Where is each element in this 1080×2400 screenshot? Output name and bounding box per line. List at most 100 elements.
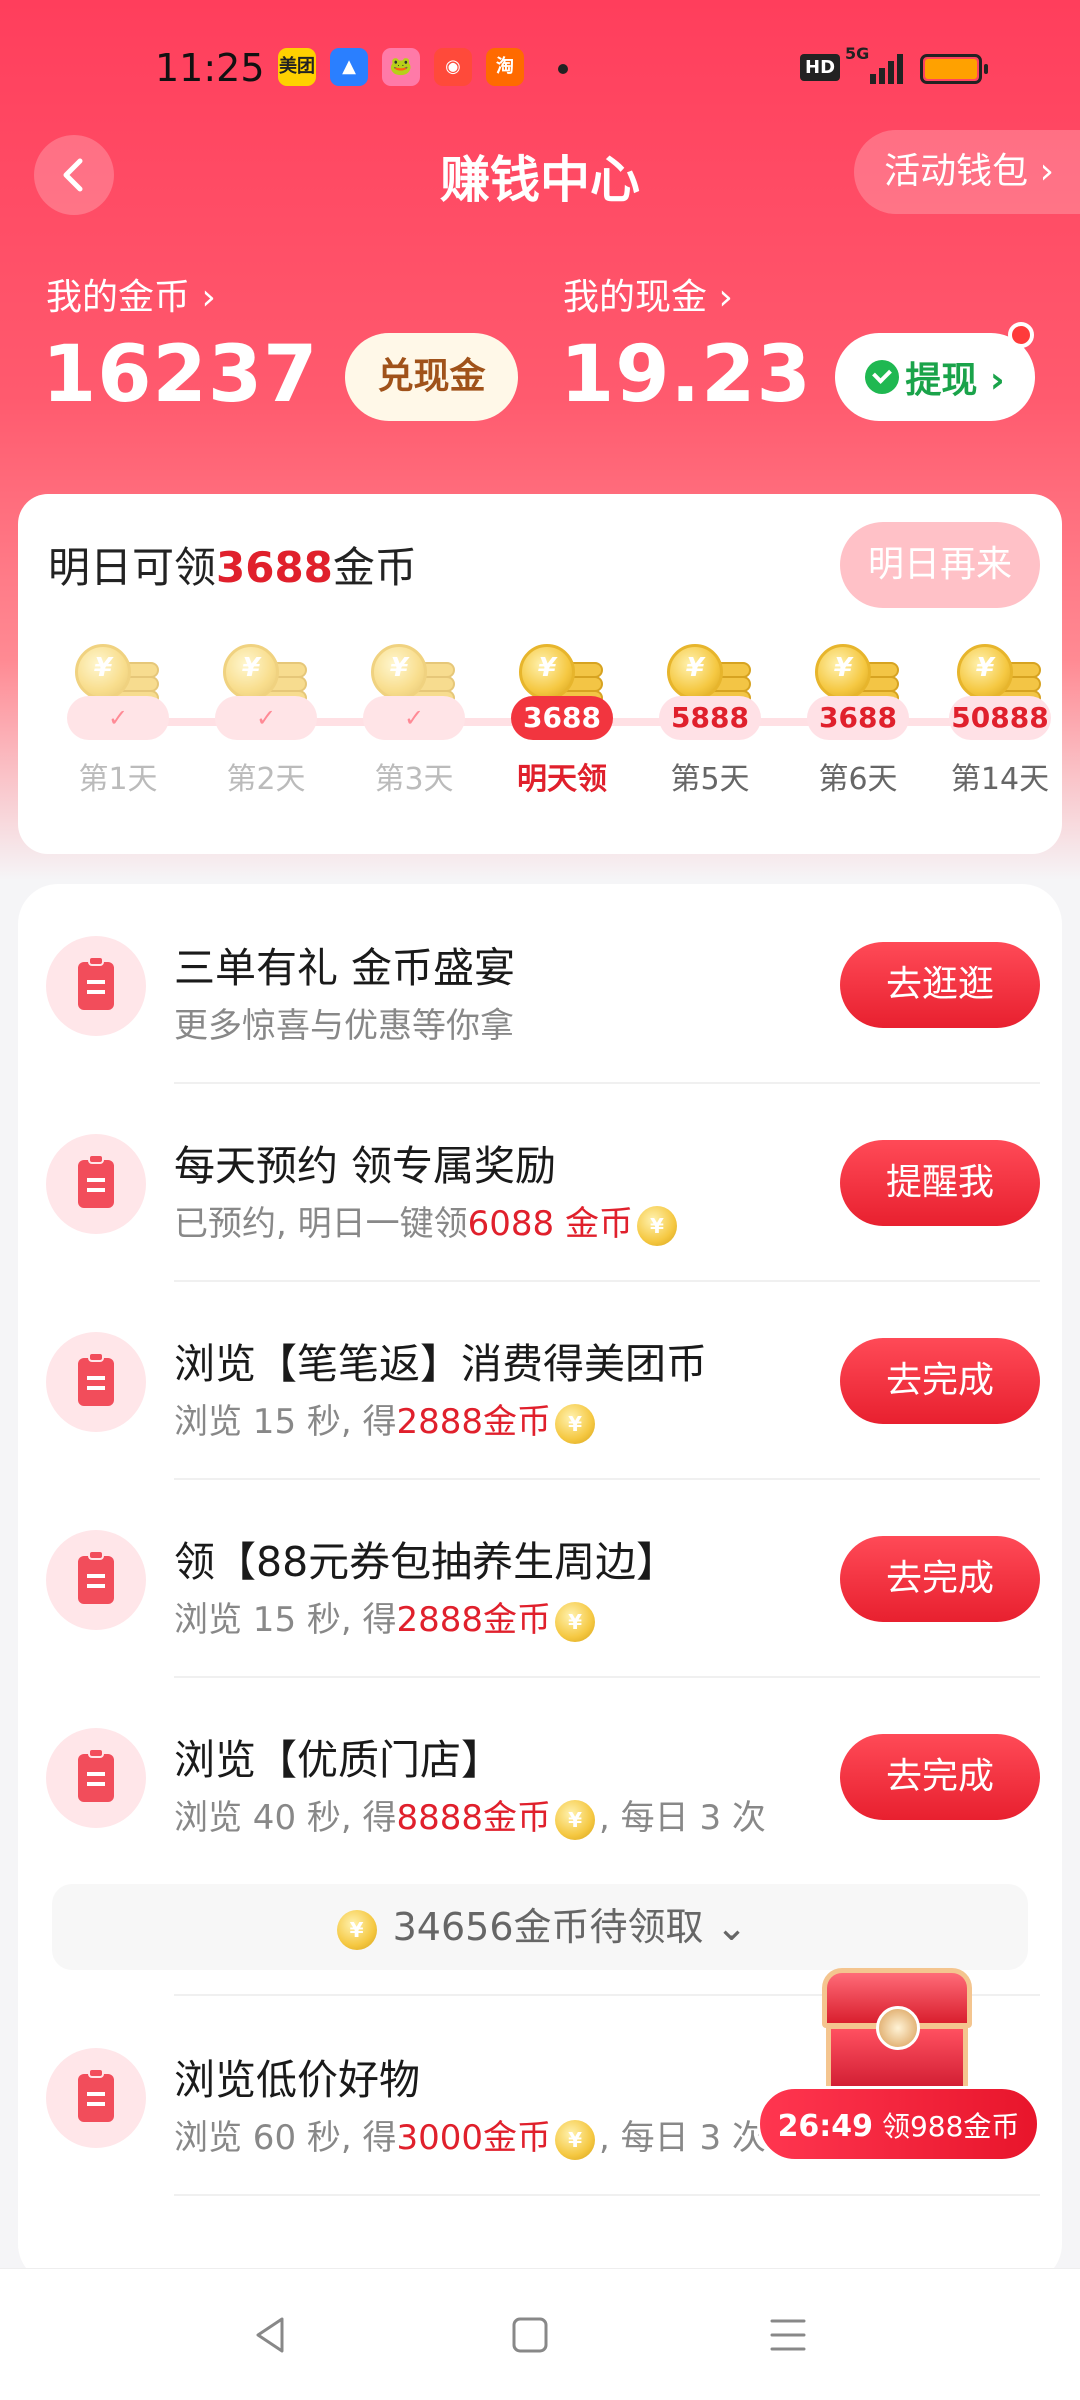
coin-stack-icon xyxy=(371,644,457,706)
task-subtitle: 浏览 15 秒, 得2888金币 ¥ xyxy=(174,1592,599,1642)
signal-icon xyxy=(870,52,904,84)
countdown-timer: 26:49 xyxy=(777,2109,874,2144)
coins-value: 16237 xyxy=(42,330,319,420)
battery-icon xyxy=(920,54,988,84)
task-subtitle: 浏览 15 秒, 得2888金币 ¥ xyxy=(174,1394,599,1444)
task-reward: 6088 金币 xyxy=(467,1204,633,1244)
coin-stack-icon xyxy=(957,644,1043,706)
status-bar: 11:25 美团 ▲ 🐸 ◉ 淘 HD 5G xyxy=(0,40,1080,100)
day-label: 第1天 xyxy=(78,762,158,797)
task-action-button[interactable]: 提醒我 xyxy=(840,1140,1040,1226)
day-label: 第14天 xyxy=(950,762,1050,797)
checkin-amount: 3688 xyxy=(216,543,333,592)
task-title: 浏览【优质门店】 xyxy=(174,1736,502,1784)
coin-icon: ¥ xyxy=(555,1601,596,1642)
activity-wallet-link[interactable]: 活动钱包 › xyxy=(854,130,1080,214)
coin-stack-icon xyxy=(75,644,161,706)
day-label: 第2天 xyxy=(226,762,306,797)
task-title: 三单有礼 金币盛宴 xyxy=(174,944,516,992)
taobao-icon: 淘 xyxy=(486,48,524,86)
system-navigation-bar xyxy=(0,2268,1080,2400)
task-sub-text: 浏览 40 秒, 得 xyxy=(174,1798,397,1838)
checkin-day: ✓ 第1天 xyxy=(58,644,178,798)
countdown-reward-button[interactable]: 26:49 领988金币 xyxy=(757,2086,1040,2162)
task-sub-text: 浏览 15 秒, 得 xyxy=(174,1600,397,1640)
my-cash-link[interactable]: 我的现金 › xyxy=(563,268,733,320)
task-row: 领【88元券包抽养生周边】 浏览 15 秒, 得2888金币 ¥ 去完成 xyxy=(18,1478,1062,1678)
task-sub-text: 浏览 60 秒, 得 xyxy=(174,2118,397,2158)
task-row: 每天预约 领专属奖励 已预约, 明日一键领6088 金币 ¥ 提醒我 xyxy=(18,1082,1062,1282)
coin-stack-icon xyxy=(223,644,309,706)
day-reward-badge: 5888 xyxy=(659,696,761,740)
day-label: 第5天 xyxy=(670,762,750,797)
nav-back-icon[interactable] xyxy=(250,2315,290,2355)
clipboard-icon xyxy=(46,1530,146,1630)
coin-stack-icon xyxy=(667,644,753,706)
notification-dot-icon xyxy=(558,64,568,74)
checkin-day: 3688 第6天 xyxy=(798,644,918,798)
task-row: 浏览【笔笔返】消费得美团币 浏览 15 秒, 得2888金币 ¥ 去完成 xyxy=(18,1280,1062,1480)
task-title: 浏览低价好物 xyxy=(174,2056,420,2104)
task-subtitle: 浏览 40 秒, 得8888金币 ¥, 每日 3 次 xyxy=(174,1790,766,1840)
countdown-reward-label: 领988金币 xyxy=(881,2110,1020,2143)
status-time: 11:25 xyxy=(155,46,265,90)
task-row: 浏览【优质门店】浏览 40 秒, 得8888金币 ¥, 每日 3 次 去完成 xyxy=(18,1676,1062,1876)
checked-badge: ✓ xyxy=(363,696,465,740)
clipboard-icon xyxy=(46,1134,146,1234)
task-sub-suffix: , 每日 3 次 xyxy=(599,1798,766,1838)
map-pin-app-icon: ◉ xyxy=(434,48,472,86)
checkin-card: 明日可领3688金币 明日再来 ✓第1天✓第2天✓第3天3688明天领5888第… xyxy=(18,494,1062,854)
nav-home-icon[interactable] xyxy=(510,2315,550,2355)
task-title: 浏览【笔笔返】消费得美团币 xyxy=(174,1340,707,1388)
task-sub-text: 浏览 15 秒, 得 xyxy=(174,1402,397,1442)
chevron-down-icon: ⌄ xyxy=(715,1905,748,1949)
my-coins-link[interactable]: 我的金币 › xyxy=(46,268,216,320)
task-action-button[interactable]: 去完成 xyxy=(840,1338,1040,1424)
checkin-suffix: 金币 xyxy=(332,543,417,592)
coin-stack-icon xyxy=(815,644,901,706)
day-label: 明天领 xyxy=(517,762,607,797)
coin-icon: ¥ xyxy=(555,1403,596,1444)
pending-coins-expander[interactable]: ¥ 34656金币待领取 ⌄ xyxy=(52,1884,1028,1970)
task-row: 三单有礼 金币盛宴 更多惊喜与优惠等你拿 去逛逛 xyxy=(18,884,1062,1084)
withdraw-button[interactable]: 提现 › xyxy=(835,333,1035,421)
checkin-day: ✓ 第3天 xyxy=(354,644,474,798)
task-reward: 8888金币 xyxy=(396,1798,552,1838)
checkin-day: ✓ 第2天 xyxy=(206,644,326,798)
divider xyxy=(174,2194,1040,2196)
task-action-button[interactable]: 去逛逛 xyxy=(840,942,1040,1028)
pending-coins-text: 34656金币待领取 xyxy=(392,1905,704,1949)
task-title: 领【88元券包抽养生周边】 xyxy=(174,1538,678,1586)
coin-icon: ¥ xyxy=(555,2119,596,2160)
meituan-icon: 美团 xyxy=(278,48,316,86)
checkin-day: 5888 第5天 xyxy=(650,644,770,798)
network-type: 5G xyxy=(845,44,870,63)
checkin-heading: 明日可领3688金币 xyxy=(48,534,417,595)
withdraw-label: 提现 › xyxy=(905,360,1005,401)
task-subtitle: 更多惊喜与优惠等你拿 xyxy=(174,998,514,1047)
coin-icon: ¥ xyxy=(555,1799,596,1840)
task-title: 每天预约 领专属奖励 xyxy=(174,1142,557,1190)
checkin-days: ✓ 第1天 ✓ 第2天 ✓ 第3天 3688 明天领 5888 第5天 3688 第6天 50888 第1… xyxy=(18,644,1062,844)
exchange-cash-button[interactable]: 兑现金 xyxy=(345,333,518,421)
cash-value: 19.23 xyxy=(560,330,812,420)
task-reward: 2888金币 xyxy=(396,1600,552,1640)
task-reward: 2888金币 xyxy=(396,1402,552,1442)
day-reward-badge: 3688 xyxy=(807,696,909,740)
clipboard-icon xyxy=(46,2048,146,2148)
come-back-tomorrow-button[interactable]: 明日再来 xyxy=(840,522,1040,608)
coin-stack-icon xyxy=(519,644,605,706)
checked-badge: ✓ xyxy=(67,696,169,740)
android-icon: ▲ xyxy=(330,48,368,86)
nav-menu-icon[interactable] xyxy=(768,2315,808,2355)
checkin-day: 3688 明天领 xyxy=(502,644,622,798)
day-reward-badge: 50888 xyxy=(949,696,1051,740)
day-label: 第3天 xyxy=(374,762,454,797)
task-reward: 3000金币 xyxy=(396,2118,552,2158)
checked-badge: ✓ xyxy=(215,696,317,740)
task-action-button[interactable]: 去完成 xyxy=(840,1536,1040,1622)
clipboard-icon xyxy=(46,1332,146,1432)
task-action-button[interactable]: 去完成 xyxy=(840,1734,1040,1820)
hd-icon: HD xyxy=(800,54,841,81)
clipboard-icon xyxy=(46,936,146,1036)
